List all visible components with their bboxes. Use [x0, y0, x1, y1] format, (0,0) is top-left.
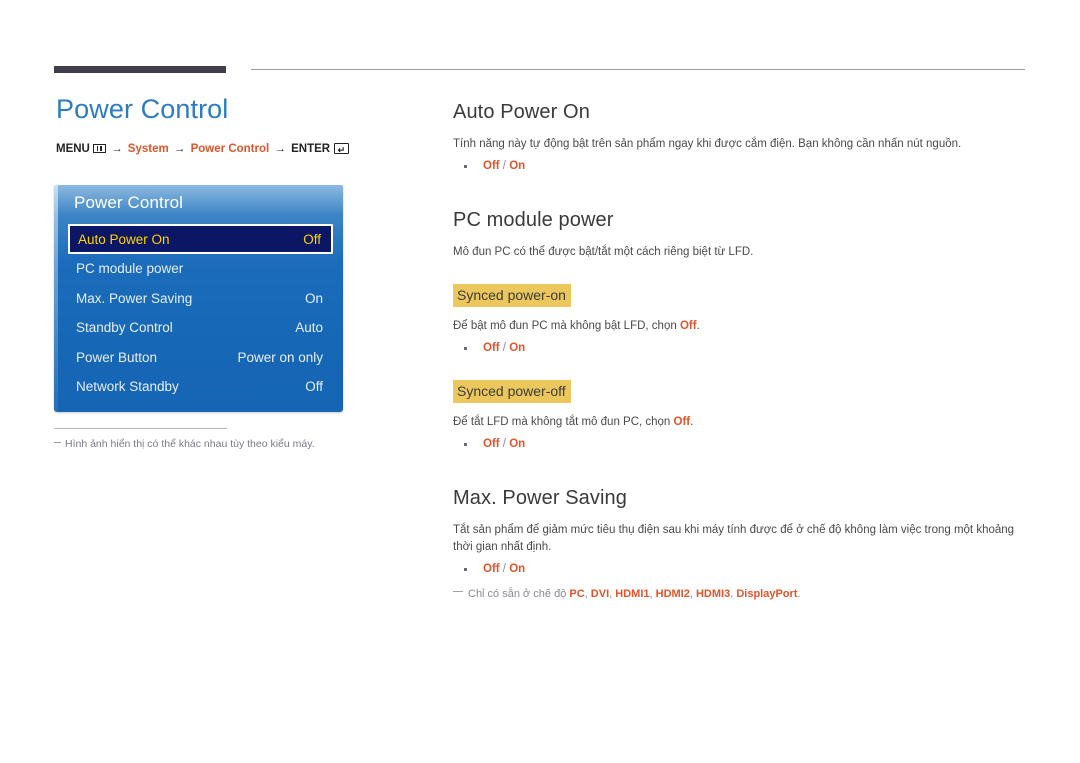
section-body-synced-power-on: Để bật mô đun PC mà không bật LFD, chọn … [453, 318, 1028, 335]
section-footnote-max-power-saving: Chỉ có sẵn ở chế độ PC, DVI, HDMI1, HDMI… [453, 586, 1028, 602]
osd-row-value: Auto [295, 320, 323, 336]
option-separator: / [499, 563, 510, 575]
option-list-synced-power-off: Off / On [453, 436, 1028, 453]
osd-row-label: Network Standby [76, 379, 179, 395]
option-off[interactable]: Off [483, 342, 500, 354]
osd-menu-list: Auto Power On Off PC module power Max. P… [68, 224, 333, 402]
osd-row-value: On [304, 290, 323, 306]
breadcrumb-step-system[interactable]: System [128, 143, 169, 155]
header-rule-thick [54, 66, 226, 73]
option-item[interactable]: Off / On [464, 158, 1028, 175]
option-item[interactable]: Off / On [464, 340, 1028, 357]
osd-row-standby-control[interactable]: Standby Control Auto [68, 313, 333, 343]
footnote-text: Hình ảnh hiển thị có thể khác nhau tùy t… [65, 438, 315, 450]
breadcrumb-arrow-2: → [173, 143, 186, 155]
option-off[interactable]: Off [483, 438, 500, 450]
left-column: Power Control MENU → System → Power Cont… [54, 92, 414, 156]
body-text-pre: Để bật mô đun PC mà không bật LFD, chọn [453, 320, 680, 332]
section-body-auto-power-on: Tính năng này tự động bật trên sản phẩm … [453, 138, 962, 150]
header-rules [0, 0, 1080, 80]
option-list-auto-power-on: Off / On [453, 158, 1028, 175]
osd-panel-title: Power Control [74, 193, 184, 212]
footnote-mode: HDMI1 [615, 588, 650, 600]
osd-row-label: Power Button [76, 349, 158, 365]
option-off[interactable]: Off [483, 563, 500, 575]
left-footnote: Hình ảnh hiển thị có thể khác nhau tùy t… [54, 428, 394, 451]
option-on[interactable]: On [509, 563, 525, 575]
footnote-text-post: . [797, 588, 801, 600]
footnote-mode: PC [569, 588, 585, 600]
subheading-synced-power-off: Synced power-off [453, 380, 571, 403]
breadcrumb-arrow-3: → [274, 143, 286, 155]
section-body-pc-module-power: Mô đun PC có thể được bật/tắt một cách r… [453, 246, 754, 258]
body-text-accent: Off [673, 416, 691, 428]
osd-row-value: Off [303, 231, 321, 247]
option-separator: / [499, 160, 510, 172]
page-title: Power Control [56, 94, 229, 124]
footnote-text-row: Hình ảnh hiển thị có thể khác nhau tùy t… [54, 437, 394, 451]
osd-row-label: Max. Power Saving [76, 290, 193, 306]
breadcrumb-menu-label: MENU [56, 143, 90, 155]
osd-row-label: PC module power [76, 261, 184, 277]
body-text-pre: Để tắt LFD mà không tắt mô đun PC, chọn [453, 416, 674, 428]
option-off[interactable]: Off [483, 160, 500, 172]
body-text-post: . [696, 320, 700, 332]
footnote-dash-icon [54, 442, 61, 443]
osd-row-power-button[interactable]: Power Button Power on only [68, 343, 333, 373]
osd-menu-panel[interactable]: Power Control Auto Power On Off PC modul… [54, 185, 343, 412]
option-list-synced-power-on: Off / On [453, 340, 1028, 357]
body-text-post: . [690, 416, 694, 428]
enter-key-icon: ↵ [334, 143, 350, 155]
breadcrumb: MENU → System → Power Control → ENTER ↵ [56, 142, 414, 156]
footnote-mode: DVI [590, 588, 610, 600]
osd-row-value: Power on only [237, 349, 323, 365]
option-separator: / [499, 438, 510, 450]
footnote-modes-list: PC, DVI, HDMI1, HDMI2, HDMI3, DisplayPor… [569, 588, 797, 600]
osd-row-label: Standby Control [76, 320, 173, 336]
section-body-synced-power-off: Để tắt LFD mà không tắt mô đun PC, chọn … [453, 414, 1028, 431]
option-separator: / [499, 342, 510, 354]
right-column: Auto Power On Tính năng này tự động bật … [453, 99, 1028, 602]
option-item[interactable]: Off / On [464, 561, 1028, 578]
section-heading-auto-power-on: Auto Power On [453, 101, 590, 123]
section-body-max-power-saving: Tắt sản phẩm để giảm mức tiêu thụ điện s… [453, 524, 1015, 553]
breadcrumb-enter-label: ENTER [291, 143, 331, 155]
osd-row-network-standby[interactable]: Network Standby Off [68, 372, 333, 402]
osd-row-auto-power-on[interactable]: Auto Power On Off [68, 224, 333, 254]
option-on[interactable]: On [509, 342, 525, 354]
footnote-divider [54, 428, 227, 429]
menu-grid-icon [92, 144, 106, 153]
option-on[interactable]: On [509, 160, 525, 172]
breadcrumb-arrow-1: → [111, 143, 123, 155]
footnote-mode: DisplayPort [736, 588, 798, 600]
osd-row-pc-module-power[interactable]: PC module power [68, 254, 333, 284]
osd-row-label: Auto Power On [78, 231, 170, 247]
osd-row-max-power-saving[interactable]: Max. Power Saving On [68, 284, 333, 314]
section-heading-max-power-saving: Max. Power Saving [453, 487, 627, 509]
body-text-accent: Off [679, 320, 697, 332]
option-on[interactable]: On [509, 438, 525, 450]
footnote-mode: HDMI2 [655, 588, 690, 600]
footnote-dash-icon [453, 591, 463, 592]
header-rule-thin [251, 69, 1025, 70]
option-item[interactable]: Off / On [464, 436, 1028, 453]
section-heading-pc-module-power: PC module power [453, 209, 614, 231]
footnote-mode: HDMI3 [695, 588, 731, 600]
option-list-max-power-saving: Off / On [453, 561, 1028, 578]
enter-arrow-glyph: ↵ [337, 145, 346, 155]
footnote-text-pre: Chỉ có sẵn ở chế độ [468, 588, 570, 600]
breadcrumb-step-power-control[interactable]: Power Control [191, 143, 270, 155]
osd-row-value: Off [305, 379, 323, 395]
subheading-synced-power-on: Synced power-on [453, 284, 571, 307]
